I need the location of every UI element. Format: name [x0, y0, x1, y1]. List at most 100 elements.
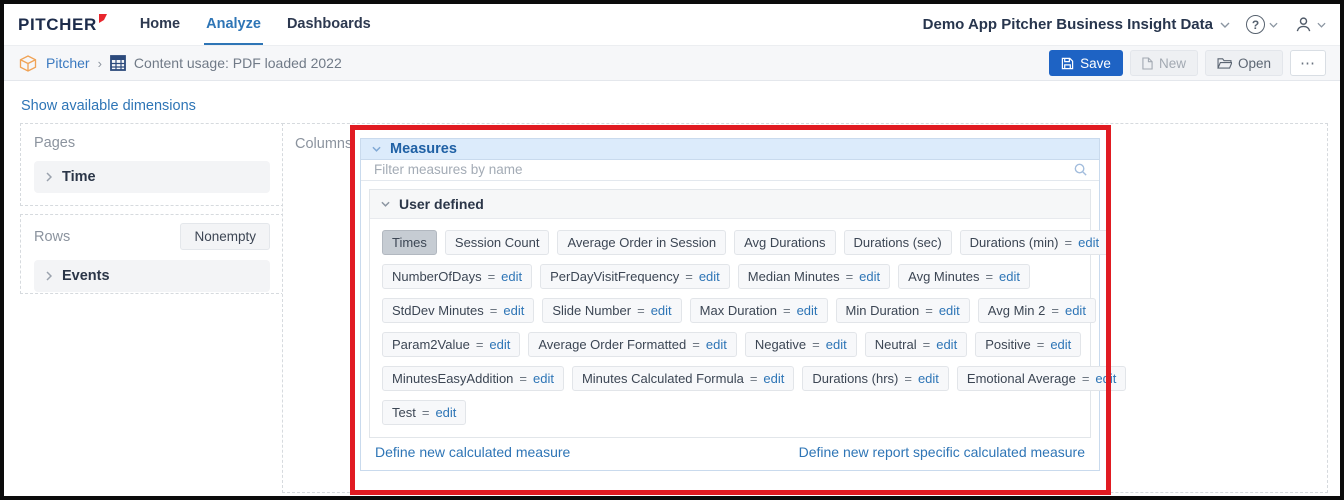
user-menu[interactable] — [1294, 15, 1326, 34]
measure-chip[interactable]: Neutral=edit — [865, 332, 967, 357]
equals-symbol: = — [422, 405, 430, 420]
measure-chip-label: Average Order in Session — [567, 235, 716, 250]
equals-symbol: = — [490, 303, 498, 318]
measure-chip-label: Test — [392, 405, 416, 420]
edit-measure-link[interactable]: edit — [1095, 371, 1116, 386]
dataset-selector[interactable]: Demo App Pitcher Business Insight Data — [923, 16, 1230, 33]
pitcher-logo[interactable]: PITCHER — [18, 4, 107, 45]
pages-label: Pages — [34, 135, 270, 151]
measure-chip[interactable]: Median Minutes=edit — [738, 264, 890, 289]
measure-chip-label: Slide Number — [552, 303, 631, 318]
measure-chip[interactable]: Avg Durations — [734, 230, 835, 255]
measure-chip[interactable]: Durations (hrs)=edit — [802, 366, 949, 391]
edit-measure-link[interactable]: edit — [706, 337, 727, 352]
edit-measure-link[interactable]: edit — [489, 337, 510, 352]
measure-chip[interactable]: PerDayVisitFrequency=edit — [540, 264, 730, 289]
measure-chip[interactable]: Average Order in Session — [557, 230, 726, 255]
measure-chip[interactable]: Avg Min 2=edit — [978, 298, 1096, 323]
measure-chip[interactable]: Emotional Average=edit — [957, 366, 1126, 391]
chevron-right-icon — [46, 172, 52, 182]
measure-chip[interactable]: Slide Number = edit — [542, 298, 681, 323]
measure-chip-label: Min Duration — [846, 303, 920, 318]
edit-measure-link[interactable]: edit — [826, 337, 847, 352]
define-calculated-measure-link[interactable]: Define new calculated measure — [375, 444, 570, 460]
edit-measure-link[interactable]: edit — [503, 303, 524, 318]
measures-panel: Measures User defined Times Session Count… — [360, 138, 1100, 471]
measure-chip[interactable]: Min Duration=edit — [836, 298, 970, 323]
measure-chip[interactable]: Durations (min)=edit — [960, 230, 1109, 255]
rows-label: Rows — [34, 229, 70, 245]
new-file-icon — [1142, 57, 1153, 70]
measure-chip-row: NumberOfDays=editPerDayVisitFrequency=ed… — [382, 264, 1078, 289]
measure-chip[interactable]: Times — [382, 230, 437, 255]
pages-panel: Pages Time — [20, 123, 284, 206]
measure-chip[interactable]: MinutesEasyAddition=edit — [382, 366, 564, 391]
edit-measure-link[interactable]: edit — [533, 371, 554, 386]
nav-item-home[interactable]: Home — [138, 4, 182, 45]
measure-chip-row: Test = edit — [382, 400, 1078, 425]
measure-chip[interactable]: NumberOfDays=edit — [382, 264, 532, 289]
edit-measure-link[interactable]: edit — [651, 303, 672, 318]
measure-filter-row — [361, 160, 1099, 181]
nav-item-analyze[interactable]: Analyze — [204, 4, 263, 45]
edit-measure-link[interactable]: edit — [859, 269, 880, 284]
define-report-specific-measure-link[interactable]: Define new report specific calculated me… — [799, 444, 1085, 460]
measure-chip[interactable]: Positive=edit — [975, 332, 1081, 357]
equals-symbol: = — [750, 371, 758, 386]
edit-measure-link[interactable]: edit — [1050, 337, 1071, 352]
edit-measure-link[interactable]: edit — [999, 269, 1020, 284]
edit-measure-link[interactable]: edit — [797, 303, 818, 318]
edit-measure-link[interactable]: edit — [1078, 235, 1099, 250]
equals-symbol: = — [685, 269, 693, 284]
open-button[interactable]: Open — [1205, 50, 1283, 76]
measure-chip[interactable]: Average Order Formatted=edit — [528, 332, 736, 357]
edit-measure-link[interactable]: edit — [939, 303, 960, 318]
top-nav: PITCHER Home Analyze Dashboards Demo App… — [4, 4, 1340, 45]
edit-measure-link[interactable]: edit — [501, 269, 522, 284]
measure-filter-input[interactable] — [372, 161, 1065, 178]
breadcrumb: Pitcher › Content usage: PDF loaded 2022 — [18, 54, 342, 73]
help-menu[interactable]: ? — [1246, 15, 1278, 34]
measure-chip[interactable]: Durations (sec) — [844, 230, 952, 255]
equals-symbol: = — [637, 303, 645, 318]
columns-label: Columns — [295, 136, 352, 152]
edit-measure-link[interactable]: edit — [918, 371, 939, 386]
measure-chip[interactable]: Test = edit — [382, 400, 466, 425]
measure-chip-label: Durations (min) — [970, 235, 1059, 250]
save-button[interactable]: Save — [1049, 50, 1123, 76]
dataset-selector-label: Demo App Pitcher Business Insight Data — [923, 16, 1213, 33]
user-defined-title: User defined — [399, 196, 484, 212]
measure-chip[interactable]: Avg Minutes=edit — [898, 264, 1030, 289]
logo-text: PITCHER — [18, 15, 97, 35]
measure-chip-label: Minutes Calculated Formula — [582, 371, 744, 386]
cube-icon — [18, 54, 38, 73]
measure-chip[interactable]: Negative=edit — [745, 332, 857, 357]
user-defined-group-header[interactable]: User defined — [370, 190, 1090, 219]
edit-measure-link[interactable]: edit — [763, 371, 784, 386]
measure-chip[interactable]: Param2Value=edit — [382, 332, 520, 357]
measure-chip[interactable]: Session Count — [445, 230, 550, 255]
dimension-item-label: Time — [62, 169, 96, 185]
new-button[interactable]: New — [1130, 50, 1198, 76]
show-dimensions-link[interactable]: Show available dimensions — [21, 98, 196, 114]
nav-item-dashboards[interactable]: Dashboards — [285, 4, 373, 45]
breadcrumb-app-link[interactable]: Pitcher — [46, 55, 90, 71]
save-icon — [1061, 57, 1074, 70]
measure-chip[interactable]: StdDev Minutes=edit — [382, 298, 534, 323]
edit-measure-link[interactable]: edit — [699, 269, 720, 284]
measure-chip-label: Positive — [985, 337, 1031, 352]
save-button-label: Save — [1080, 56, 1111, 71]
edit-measure-link[interactable]: edit — [936, 337, 957, 352]
edit-measure-link[interactable]: edit — [1065, 303, 1086, 318]
more-actions-button[interactable]: ⋯ — [1290, 50, 1326, 76]
dimension-item-events[interactable]: Events — [34, 260, 270, 292]
edit-measure-link[interactable]: edit — [435, 405, 456, 420]
nonempty-toggle-button[interactable]: Nonempty — [180, 223, 270, 250]
measures-panel-header[interactable]: Measures — [361, 139, 1099, 160]
measure-chip-row: Times Session Count Average Order in Sessi… — [382, 230, 1078, 255]
measure-chip-label: Avg Min 2 — [988, 303, 1046, 318]
measure-chip[interactable]: Minutes Calculated Formula = edit — [572, 366, 794, 391]
measure-chip-row: Param2Value=edit Average Order Formatted=… — [382, 332, 1078, 357]
measure-chip[interactable]: Max Duration=edit — [690, 298, 828, 323]
dimension-item-time[interactable]: Time — [34, 161, 270, 193]
